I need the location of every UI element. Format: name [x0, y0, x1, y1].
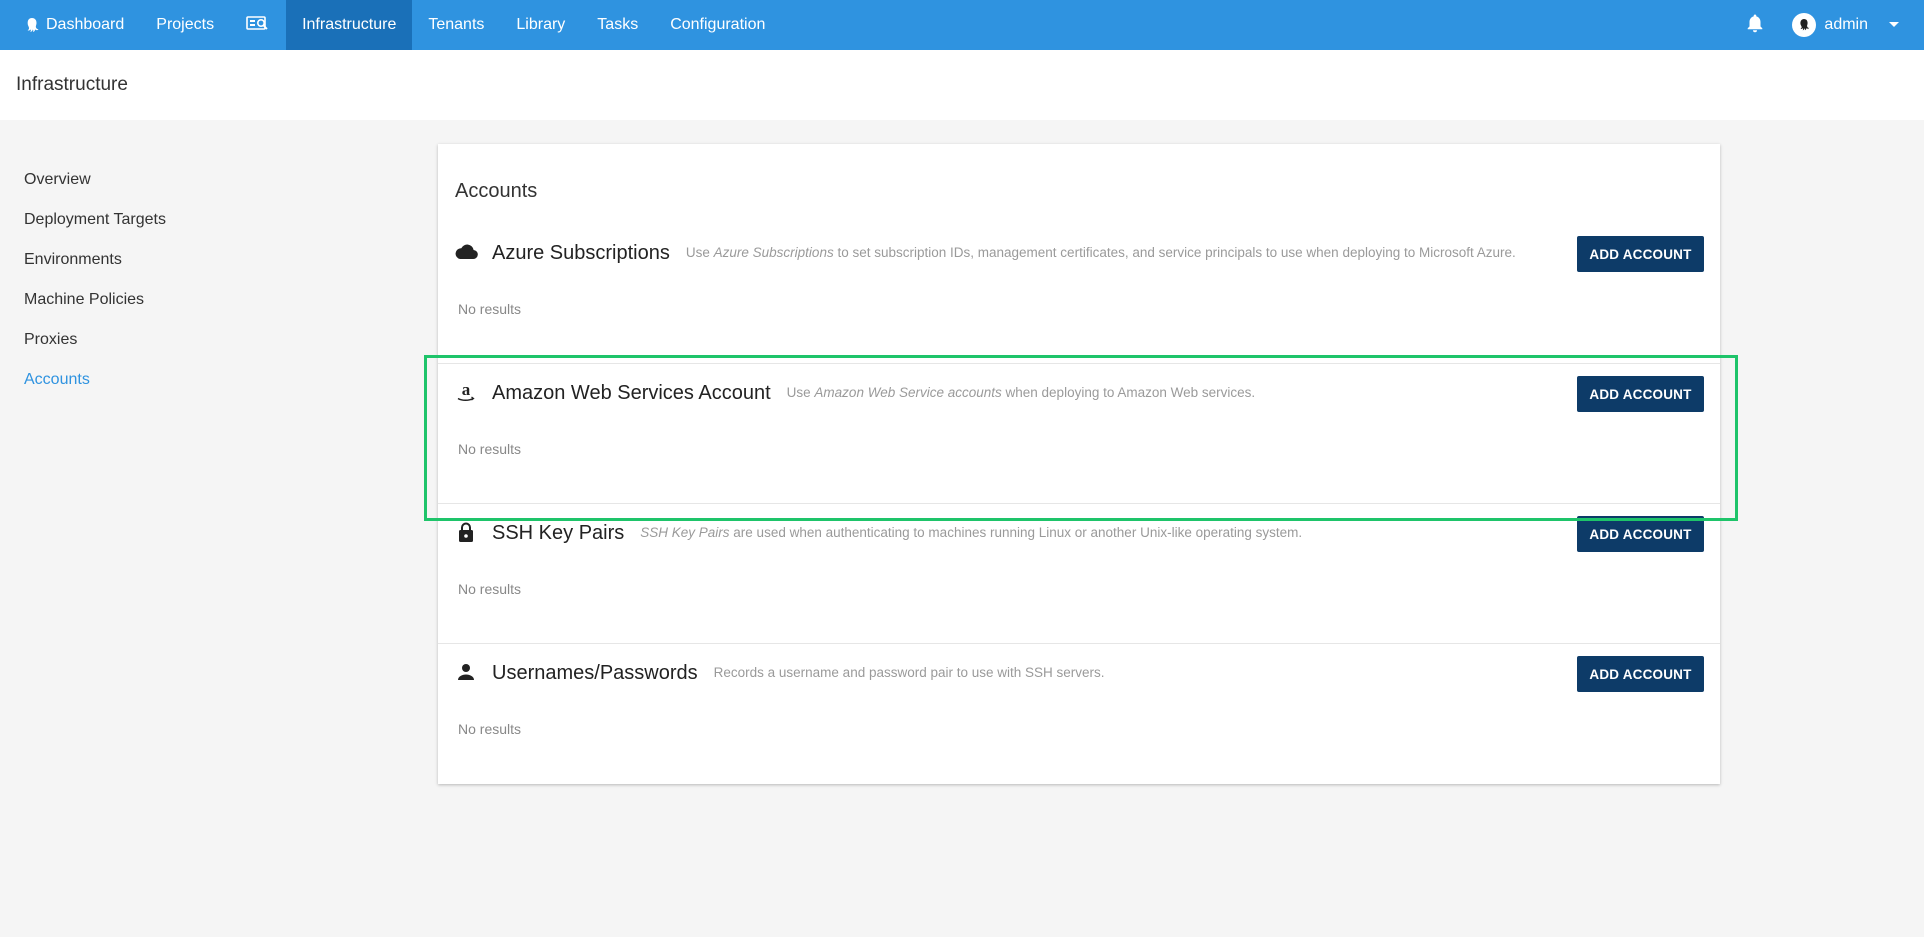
no-results-text: No results [458, 301, 522, 317]
section-description: Use Azure Subscriptions to set subscript… [685, 245, 1516, 260]
nav-dashboard[interactable]: Dashboard [0, 0, 140, 50]
sidebar-item-accounts[interactable]: Accounts [24, 370, 284, 410]
person-icon [454, 660, 478, 684]
no-results-text: No results [458, 581, 522, 597]
add-username-password-button[interactable]: ADD ACCOUNT [1577, 656, 1704, 692]
sidebar-item-deployment-targets[interactable]: Deployment Targets [24, 210, 284, 250]
cloud-icon [454, 240, 478, 264]
section-title: Usernames/Passwords [492, 662, 698, 684]
user-menu[interactable]: admin [1788, 0, 1924, 50]
nav-configuration[interactable]: Configuration [654, 0, 781, 50]
accounts-title: Accounts [455, 180, 538, 202]
page-header: Infrastructure [0, 50, 1924, 120]
page-title: Infrastructure [16, 74, 128, 95]
nav-library-label: Library [516, 16, 566, 33]
section-title: Amazon Web Services Account [492, 382, 771, 404]
sidebar-item-proxies[interactable]: Proxies [24, 330, 284, 370]
nav-infrastructure-label: Infrastructure [302, 16, 397, 33]
lock-icon [454, 520, 478, 544]
nav-tasks[interactable]: Tasks [581, 0, 654, 50]
sidebar-item-machine-policies[interactable]: Machine Policies [24, 290, 284, 330]
nav-infrastructure[interactable]: Infrastructure [286, 0, 413, 50]
add-azure-account-button[interactable]: ADD ACCOUNT [1577, 236, 1704, 272]
chevron-down-icon [1888, 21, 1900, 29]
nav-dashboard-label: Dashboard [46, 16, 125, 33]
no-results-text: No results [458, 441, 522, 457]
sidebar: Overview Deployment Targets Environments… [24, 170, 284, 410]
search-machines-icon [246, 15, 270, 36]
nav-tenants[interactable]: Tenants [412, 0, 500, 50]
section-description: SSH Key Pairs are used when authenticati… [640, 525, 1303, 540]
account-section-aws: a Amazon Web Services Account Use Amazon… [438, 364, 1720, 504]
add-ssh-account-button[interactable]: ADD ACCOUNT [1577, 516, 1704, 552]
accounts-panel: Accounts Azure Subscriptions Use Azure S… [438, 144, 1720, 784]
section-title: SSH Key Pairs [492, 522, 625, 544]
nav-projects-label: Projects [156, 16, 215, 33]
avatar [1792, 13, 1817, 37]
main-layout: Overview Deployment Targets Environments… [0, 120, 1924, 937]
section-title: Azure Subscriptions [492, 242, 670, 264]
svg-text:a: a [462, 380, 471, 399]
username: admin [1824, 16, 1868, 33]
nav-tenants-label: Tenants [428, 16, 485, 33]
no-results-text: No results [458, 721, 522, 737]
amazon-icon: a [454, 380, 478, 404]
octopus-icon [24, 17, 40, 33]
nav-library[interactable]: Library [500, 0, 581, 50]
section-description: Use Amazon Web Service accounts when dep… [786, 385, 1256, 400]
bell-icon [1746, 13, 1764, 38]
sidebar-item-environments[interactable]: Environments [24, 250, 284, 290]
top-nav: Dashboard Projects Infrastructure Tenant… [0, 0, 1924, 50]
account-section-ssh: SSH Key Pairs SSH Key Pairs are used whe… [438, 504, 1720, 644]
sidebar-item-overview[interactable]: Overview [24, 170, 284, 210]
nav-projects[interactable]: Projects [140, 0, 230, 50]
nav-configuration-label: Configuration [670, 16, 766, 33]
nav-tasks-label: Tasks [597, 16, 639, 33]
add-aws-account-button[interactable]: ADD ACCOUNT [1577, 376, 1704, 412]
section-description: Records a username and password pair to … [713, 665, 1105, 680]
nav-search-machines[interactable] [230, 0, 286, 50]
account-section-azure: Azure Subscriptions Use Azure Subscripti… [438, 224, 1720, 364]
notifications-button[interactable] [1722, 0, 1788, 50]
account-section-usernames: Usernames/Passwords Records a username a… [438, 644, 1720, 784]
